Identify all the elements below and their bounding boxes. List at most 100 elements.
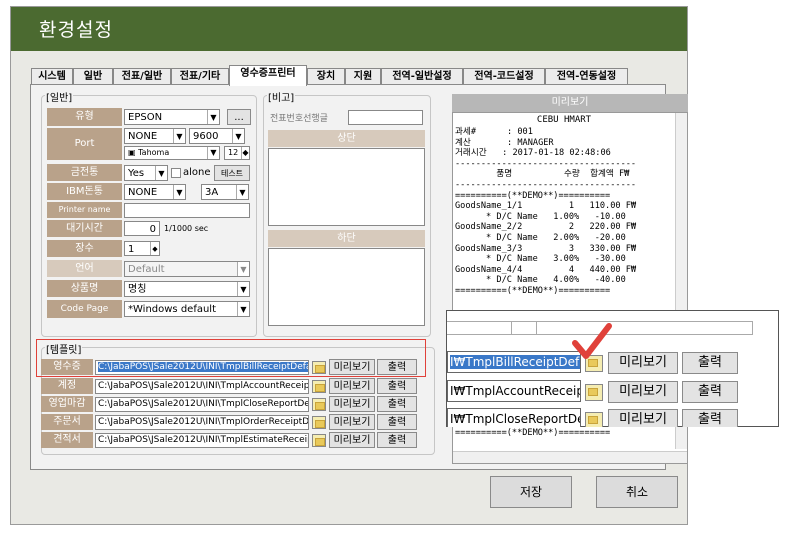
product-name-label: 상품명 [47, 280, 122, 297]
copies-value: 1 [128, 244, 135, 255]
print-button-estimate[interactable]: 출력 [377, 432, 417, 448]
copies-label: 장수 [47, 240, 122, 257]
preview-button-order[interactable]: 미리보기 [329, 414, 375, 430]
folder-icon[interactable] [312, 416, 326, 429]
template-label-order: 주문서 [41, 414, 93, 430]
font-size-stepper[interactable]: 12 ◆ [224, 146, 250, 160]
ibm-drawer-select[interactable]: NONE ▼ [124, 184, 186, 200]
preview-horizontal-scrollbar[interactable] [453, 451, 687, 463]
type-browse-button[interactable]: ... [227, 109, 251, 125]
preview-button-estimate[interactable]: 미리보기 [329, 432, 375, 448]
template-path-order[interactable]: C:\JabaPOS\JSale2012U\INI\TmplOrderRecei… [95, 415, 309, 430]
zoom-path-receipt-text: I₩TmplBillReceiptDefa [450, 355, 580, 369]
print-button-order[interactable]: 출력 [377, 414, 417, 430]
folder-icon[interactable] [312, 434, 326, 447]
zoom-clipped-row: I₩TmplCloseReportDe 미리보기 출력 [447, 408, 780, 427]
zoom-preview-button[interactable]: 미리보기 [608, 381, 678, 403]
baud-value: 9600 [193, 131, 219, 142]
font-icon: ▣ [128, 148, 139, 157]
port-select[interactable]: NONE ▼ [124, 128, 186, 144]
save-button[interactable]: 저장 [490, 476, 572, 508]
cancel-button[interactable]: 취소 [596, 476, 678, 508]
tab-system[interactable]: 시스템 [31, 68, 73, 85]
type-value: EPSON [128, 112, 163, 123]
chevron-down-icon: ▼ [237, 262, 249, 276]
folder-icon[interactable] [585, 384, 603, 401]
print-button-close[interactable]: 출력 [377, 396, 417, 412]
printer-name-label: Printer name [47, 202, 122, 218]
product-name-value: 명칭 [128, 284, 147, 295]
font-select[interactable]: ▣ Tahoma ▼ [124, 146, 220, 160]
drawer-value: Yes [128, 168, 145, 179]
preview-button-account[interactable]: 미리보기 [329, 378, 375, 394]
tab-support[interactable]: 지원 [345, 68, 381, 85]
tab-slip-other[interactable]: 전표/기타 [171, 68, 229, 85]
remarks-group-label: [비고] [267, 89, 296, 104]
tab-general[interactable]: 일반 [73, 68, 113, 85]
folder-icon[interactable] [312, 380, 326, 393]
zoom-print-button[interactable]: 출력 [682, 409, 738, 427]
tab-slip-general[interactable]: 전표/일반 [113, 68, 171, 85]
zoom-path-account[interactable]: I₩TmplAccountReceipt [447, 380, 581, 402]
folder-icon[interactable] [585, 412, 603, 427]
printer-name-input[interactable] [124, 203, 250, 218]
zoom-callout: I₩TmplBillReceiptDefa 미리보기 출력 I₩TmplAcco… [446, 310, 779, 427]
preview-button-close[interactable]: 미리보기 [329, 396, 375, 412]
zoom-path-receipt[interactable]: I₩TmplBillReceiptDefa [447, 351, 581, 373]
type-label: 유형 [47, 108, 122, 126]
footer-textarea[interactable] [268, 248, 425, 326]
language-label: 언어 [47, 260, 122, 277]
window-title: 환경설정 [39, 19, 113, 41]
tab-global-general[interactable]: 전역-일반설정 [381, 68, 463, 85]
wait-time-input[interactable]: 0 [124, 221, 160, 236]
tab-global-code[interactable]: 전역-코드설정 [463, 68, 545, 85]
checkmark-icon [572, 323, 612, 359]
stepper-icon: ◆ [150, 242, 159, 255]
template-path-estimate[interactable]: C:\JabaPOS\JSale2012U\INI\TmplEstimateRe… [95, 433, 309, 448]
folder-icon[interactable] [312, 398, 326, 411]
chevron-down-icon: ▼ [207, 147, 219, 159]
preview-demo-footer: ==========(**DEMO**)========== [455, 428, 611, 438]
zoom-bg-field [511, 321, 753, 335]
zoom-print-button[interactable]: 출력 [682, 381, 738, 403]
zoom-print-button[interactable]: 출력 [682, 352, 738, 374]
product-name-select[interactable]: 명칭 ▼ [124, 281, 250, 297]
drawer-test-button[interactable]: 테스트 [214, 165, 250, 181]
alone-checkbox[interactable] [171, 168, 181, 178]
tab-receipt-printer[interactable]: 영수증프린터 [229, 65, 307, 86]
print-button-account[interactable]: 출력 [377, 378, 417, 394]
title-bar: 환경설정 [11, 7, 687, 51]
preview-store-name: CEBU HMART [536, 115, 592, 125]
ibm-drawer-value: NONE [128, 187, 158, 198]
chevron-down-icon: ▼ [236, 185, 248, 199]
font-size-value: 12 [228, 148, 239, 157]
settings-window: 환경설정 시스템 일반 전표/일반 전표/기타 영수증프린터 장치 지원 전역-… [10, 6, 688, 525]
footer-text-label: 하단 [268, 230, 425, 247]
template-label-account: 계정 [41, 378, 93, 394]
type-select[interactable]: EPSON ▼ [124, 109, 220, 125]
copies-stepper[interactable]: 1 ◆ [124, 241, 160, 256]
zoom-path-close[interactable]: I₩TmplCloseReportDe [447, 408, 581, 427]
zoom-preview-button[interactable]: 미리보기 [608, 409, 678, 427]
preview-header: 미리보기 [452, 94, 688, 112]
stepper-icon: ◆ [241, 147, 249, 159]
ibm-port-select[interactable]: 3A ▼ [201, 184, 249, 200]
baud-select[interactable]: 9600 ▼ [189, 128, 245, 144]
tab-device[interactable]: 장치 [307, 68, 345, 85]
port-value: NONE [128, 131, 158, 142]
drawer-label: 금전통 [47, 164, 122, 181]
template-path-account[interactable]: C:\JabaPOS\JSale2012U\INI\TmplAccountRec… [95, 379, 309, 394]
ibm-drawer-label: IBM돈통 [47, 183, 122, 200]
alone-label: alone [183, 167, 211, 178]
template-path-close[interactable]: C:\JabaPOS\JSale2012U\INI\TmplCloseRepor… [95, 397, 309, 412]
chevron-down-icon: ▼ [155, 166, 167, 180]
slip-line-input[interactable] [348, 110, 423, 125]
drawer-select[interactable]: Yes ▼ [124, 165, 168, 181]
tab-global-link[interactable]: 전역-연동설정 [545, 68, 628, 85]
zoom-preview-button[interactable]: 미리보기 [608, 352, 678, 374]
code-page-select[interactable]: *Windows default ▼ [124, 301, 250, 317]
header-textarea[interactable] [268, 148, 425, 226]
wait-time-label: 대기시간 [47, 220, 122, 237]
language-select[interactable]: Default ▼ [124, 261, 250, 277]
ibm-port-value: 3A [205, 187, 219, 198]
